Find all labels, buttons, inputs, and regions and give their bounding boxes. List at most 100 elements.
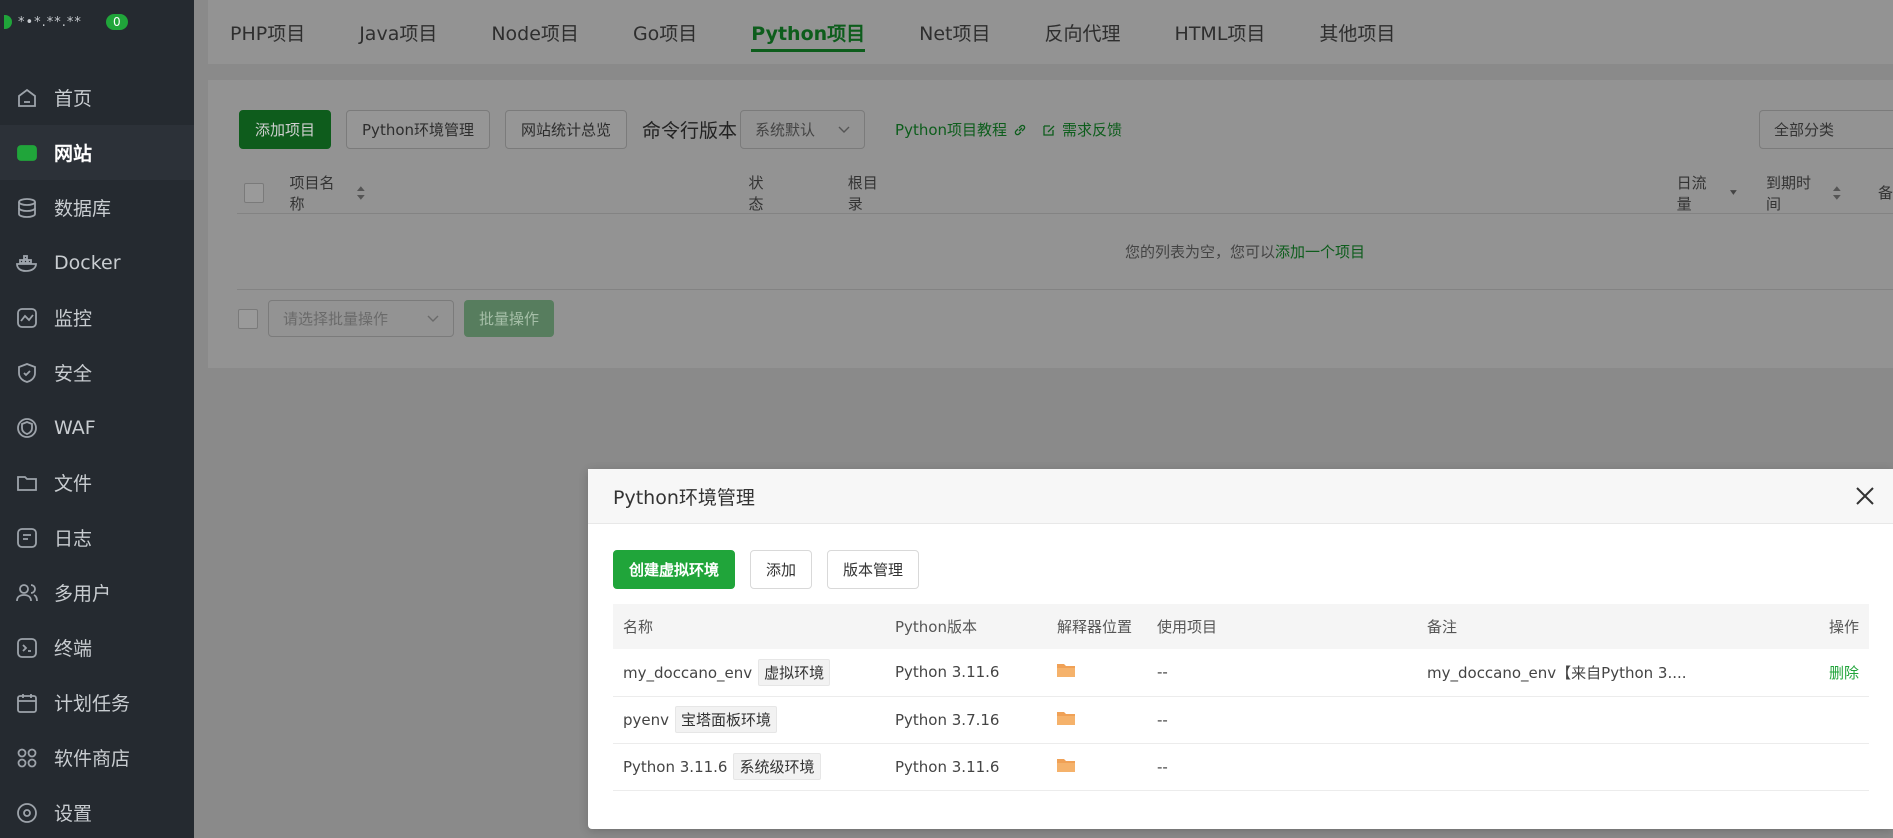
env-name: Python 3.11.6 bbox=[623, 758, 728, 776]
dialog-title: Python环境管理 bbox=[613, 486, 755, 509]
project-table-header: 项目名称 状态 根目录 日流量 到期时间 备 bbox=[237, 172, 1893, 214]
env-type-tag: 宝塔面板环境 bbox=[675, 706, 778, 733]
add-project-button[interactable]: 添加项目 bbox=[239, 110, 332, 149]
batch-bar: 请选择批量操作 批量操作 bbox=[238, 300, 555, 337]
env-note: my_doccano_env【来自Python 3.... bbox=[1417, 649, 1801, 697]
folder-icon[interactable] bbox=[1057, 711, 1075, 725]
batch-select[interactable]: 请选择批量操作 bbox=[268, 300, 454, 337]
col-status: 状态 bbox=[748, 173, 764, 213]
folder-icon bbox=[15, 471, 39, 495]
sidebar-item-settings[interactable]: 设置 bbox=[0, 785, 194, 838]
project-toolbar: 添加项目 Python环境管理 网站统计总览 命令行版本 系统默认 Python… bbox=[239, 110, 1122, 149]
col-root-dir: 根目录 bbox=[847, 173, 878, 213]
notification-badge[interactable]: 0 bbox=[105, 14, 128, 30]
env-path-cell bbox=[1047, 743, 1147, 791]
folder-icon[interactable] bbox=[1057, 663, 1075, 678]
delete-env-button[interactable]: 删除 bbox=[1829, 664, 1859, 682]
col-traffic[interactable]: 日流量 bbox=[1677, 172, 1737, 214]
col-expire[interactable]: 到期时间 bbox=[1766, 172, 1842, 214]
batch-checkbox[interactable] bbox=[238, 308, 258, 329]
sidebar-item-waf[interactable]: WAF bbox=[0, 400, 194, 455]
add-project-link[interactable]: 添加一个项目 bbox=[1275, 241, 1365, 262]
sidebar-item-files[interactable]: 文件 bbox=[0, 455, 194, 510]
logo-icon bbox=[4, 15, 12, 29]
sidebar-item-label: 安全 bbox=[54, 363, 93, 385]
calendar-icon bbox=[15, 691, 39, 715]
sidebar-item-label: 数据库 bbox=[54, 198, 112, 220]
env-version: Python 3.7.16 bbox=[885, 696, 1047, 744]
env-version: Python 3.11.6 bbox=[885, 649, 1047, 697]
env-name-cell: pyenv 宝塔面板环境 bbox=[613, 696, 885, 744]
cmd-version-value: 系统默认 bbox=[755, 121, 816, 139]
tab-php[interactable]: PHP项目 bbox=[230, 0, 332, 64]
tab-go[interactable]: Go项目 bbox=[606, 0, 724, 64]
tab-python[interactable]: Python项目 bbox=[724, 0, 892, 64]
batch-action-button[interactable]: 批量操作 bbox=[464, 300, 555, 337]
tab-reverse-proxy[interactable]: 反向代理 bbox=[1018, 0, 1148, 64]
python-env-button[interactable]: Python环境管理 bbox=[346, 110, 491, 149]
tab-node[interactable]: Node项目 bbox=[464, 0, 606, 64]
sidebar-item-store[interactable]: 软件商店 bbox=[0, 730, 194, 785]
version-manage-button[interactable]: 版本管理 bbox=[827, 550, 920, 589]
table-row: my_doccano_env 虚拟环境 Python 3.11.6 -- my_d… bbox=[613, 649, 1869, 697]
sort-icon bbox=[1833, 185, 1842, 200]
sidebar-item-label: 设置 bbox=[54, 803, 93, 825]
tab-html[interactable]: HTML项目 bbox=[1148, 0, 1293, 64]
env-used-by: -- bbox=[1147, 649, 1417, 697]
env-name: my_doccano_env bbox=[623, 663, 753, 682]
site-stats-button[interactable]: 网站统计总览 bbox=[505, 110, 628, 149]
sidebar-item-label: 首页 bbox=[54, 88, 93, 110]
env-path-cell bbox=[1047, 649, 1147, 697]
tab-net[interactable]: Net项目 bbox=[892, 0, 1017, 64]
folder-icon[interactable] bbox=[1057, 758, 1075, 772]
category-select[interactable]: 全部分类 bbox=[1759, 110, 1893, 149]
env-table-header: 名称 Python版本 解释器位置 使用项目 备注 操作 bbox=[613, 604, 1869, 649]
batch-select-placeholder: 请选择批量操作 bbox=[283, 310, 389, 328]
sidebar-item-monitor[interactable]: 监控 bbox=[0, 290, 194, 345]
sidebar-item-label: 多用户 bbox=[54, 583, 112, 605]
create-venv-button[interactable]: 创建虚拟环境 bbox=[613, 550, 736, 589]
sidebar-header: *•*.**.** 0 bbox=[0, 0, 194, 44]
sidebar-item-label: 软件商店 bbox=[54, 748, 131, 770]
select-all-checkbox[interactable] bbox=[244, 182, 264, 203]
empty-text: 您的列表为空，您可以 bbox=[1124, 243, 1275, 261]
col-note: 备 bbox=[1877, 184, 1893, 202]
sidebar-nav: 首页 网站 数据库 Docker 监控 安全 WAF 文件 日志 多用户 终端 … bbox=[0, 70, 194, 838]
sidebar-item-database[interactable]: 数据库 bbox=[0, 180, 194, 235]
env-type-tag: 系统级环境 bbox=[733, 753, 821, 780]
chevron-down-icon bbox=[427, 315, 439, 322]
close-icon[interactable] bbox=[1854, 485, 1876, 507]
sidebar-item-home[interactable]: 首页 bbox=[0, 70, 194, 125]
sidebar-item-website[interactable]: 网站 bbox=[0, 125, 194, 180]
col-interpreter-path: 解释器位置 bbox=[1047, 604, 1147, 649]
tutorial-link[interactable]: Python项目教程 bbox=[895, 119, 1027, 140]
sidebar-item-users[interactable]: 多用户 bbox=[0, 565, 194, 620]
tab-other[interactable]: 其他项目 bbox=[1292, 0, 1422, 64]
terminal-icon bbox=[15, 636, 39, 660]
tab-java[interactable]: Java项目 bbox=[332, 0, 464, 64]
sidebar-item-terminal[interactable]: 终端 bbox=[0, 620, 194, 675]
env-table: 名称 Python版本 解释器位置 使用项目 备注 操作 my_doccano_… bbox=[613, 604, 1869, 791]
feedback-link[interactable]: 需求反馈 bbox=[1042, 119, 1122, 140]
shield-icon bbox=[15, 361, 39, 385]
env-actions-cell bbox=[1800, 743, 1869, 791]
table-row: Python 3.11.6 系统级环境 Python 3.11.6 -- bbox=[613, 743, 1869, 791]
apps-icon bbox=[15, 746, 39, 770]
chevron-down-icon bbox=[838, 126, 850, 133]
col-name: 名称 bbox=[613, 604, 885, 649]
home-icon bbox=[15, 86, 39, 110]
sidebar-item-cron[interactable]: 计划任务 bbox=[0, 675, 194, 730]
col-actions: 操作 bbox=[1800, 604, 1869, 649]
col-project-name[interactable]: 项目名称 bbox=[290, 172, 366, 214]
add-env-button[interactable]: 添加 bbox=[750, 550, 813, 589]
sidebar-item-label: 日志 bbox=[54, 528, 93, 550]
sidebar-item-docker[interactable]: Docker bbox=[0, 235, 194, 290]
sort-icon bbox=[356, 185, 365, 200]
sidebar-item-label: 终端 bbox=[54, 638, 93, 660]
database-icon bbox=[15, 196, 39, 220]
sidebar-item-security[interactable]: 安全 bbox=[0, 345, 194, 400]
cmd-version-select[interactable]: 系统默认 bbox=[740, 110, 866, 149]
sidebar-item-logs[interactable]: 日志 bbox=[0, 510, 194, 565]
users-icon bbox=[15, 581, 39, 605]
env-name: pyenv bbox=[623, 711, 670, 729]
